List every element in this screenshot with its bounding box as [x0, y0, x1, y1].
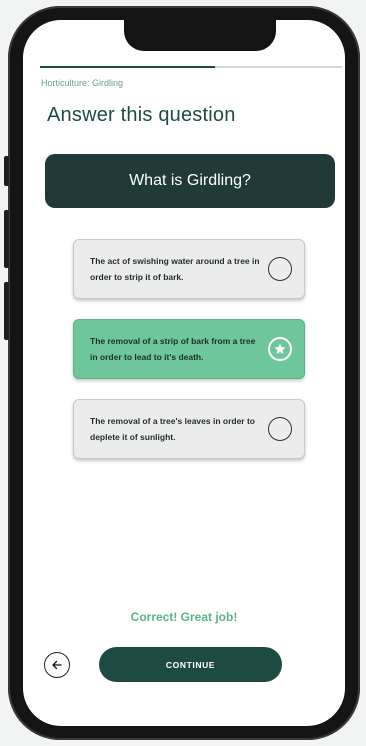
star-icon[interactable] [268, 337, 292, 361]
question-card: What is Girdling? [45, 154, 335, 208]
back-button[interactable] [44, 652, 70, 678]
feedback-message: Correct! Great job! [130, 610, 238, 624]
radio-unchecked-icon[interactable] [268, 257, 292, 281]
answer-option-3[interactable]: The removal of a tree's leaves in order … [73, 399, 305, 459]
answer-option-label: The removal of a tree's leaves in order … [90, 416, 255, 442]
arrow-left-icon [52, 660, 62, 670]
question-text: What is Girdling? [129, 172, 251, 189]
answer-option-label: The act of swishing water around a tree … [90, 256, 260, 282]
progress-bar [40, 66, 342, 68]
volume-down-button [4, 282, 9, 340]
radio-unchecked-icon[interactable] [268, 417, 292, 441]
notch [124, 20, 276, 51]
app-screen: Horticulture: Girdling Answer this quest… [23, 20, 345, 726]
progress-fill [40, 66, 216, 68]
answer-option-label: The removal of a strip of bark from a tr… [90, 336, 256, 362]
page-title: Answer this question [47, 104, 236, 126]
silent-switch [4, 156, 9, 186]
breadcrumb: Horticulture: Girdling [41, 78, 124, 88]
answer-option-2[interactable]: The removal of a strip of bark from a tr… [73, 319, 305, 379]
answer-option-1[interactable]: The act of swishing water around a tree … [73, 239, 305, 299]
continue-button[interactable]: CONTINUE [99, 647, 282, 682]
volume-up-button [4, 210, 9, 268]
